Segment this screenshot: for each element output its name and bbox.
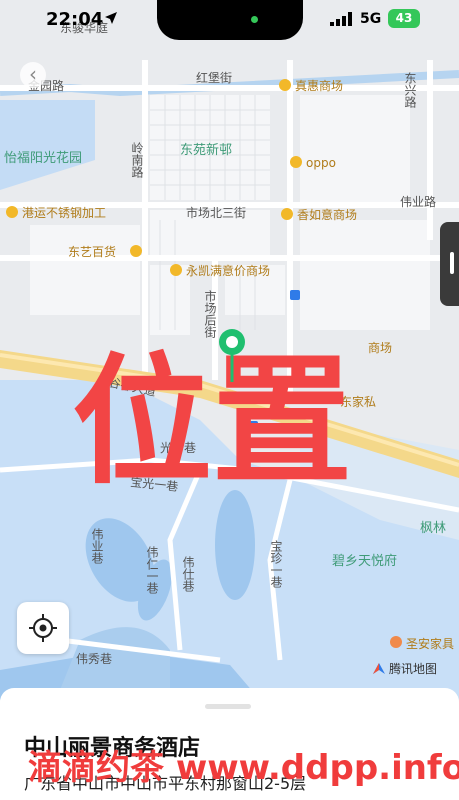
poi-yongkai[interactable]: 永凯满意价商场 <box>186 263 270 278</box>
status-bar: 22:04 5G 43 <box>0 0 459 40</box>
crosshair-icon <box>29 614 57 642</box>
locate-me-button[interactable] <box>17 602 69 654</box>
poi-gangyun[interactable]: 港运不锈钢加工 <box>22 206 106 220</box>
camera-indicator-icon <box>251 16 258 23</box>
map-label-weixiu: 伟秀巷 <box>76 652 112 666</box>
battery-indicator: 43 <box>388 9 420 28</box>
map-attribution: 腾讯地图 <box>372 660 437 677</box>
poi-shangchang[interactable]: 商场 <box>368 340 392 355</box>
status-time: 22:04 <box>46 9 104 30</box>
poi-dongyi[interactable]: 东艺百货 <box>68 244 116 259</box>
poi-zhenhui[interactable]: 真惠商场 <box>295 78 343 93</box>
map-label-weiren: 伟仁一巷 <box>145 546 159 594</box>
map-label-baozhen: 宝珍一巷 <box>269 540 283 588</box>
side-panel-handle[interactable] <box>440 222 459 306</box>
poi-bixiang[interactable]: 碧乡天悦府 <box>332 554 397 569</box>
poi-shengan[interactable]: 圣安家具 <box>406 636 454 651</box>
back-button[interactable]: ‹ <box>20 62 46 88</box>
map-label-lingnan: 岭南路 <box>130 142 144 179</box>
map-label-shichanghou: 市场后街 <box>203 289 217 338</box>
location-arrow-icon <box>105 12 117 24</box>
chevron-left-icon: ‹ <box>29 62 37 86</box>
poi-yifu[interactable]: 怡福阳光花园 <box>4 150 82 166</box>
poi-dongyuan[interactable]: 东苑新邨 <box>180 142 232 158</box>
map-label-honglu: 红堡街 <box>196 70 232 85</box>
location-stamp-text: 位置 <box>72 341 352 504</box>
map-label-weishi: 伟仕巷 <box>181 556 195 592</box>
tencent-map-logo-icon <box>373 662 385 674</box>
map-label-shichang3: 市场北三街 <box>186 205 246 220</box>
map-label-dongxing: 东兴路 <box>403 72 417 109</box>
network-type: 5G <box>360 11 382 27</box>
map-label-weiyexiang: 伟业巷 <box>90 528 104 564</box>
poi-fenglin[interactable]: 枫林 <box>420 521 446 536</box>
sheet-drag-handle[interactable] <box>205 704 251 709</box>
map-provider-label: 腾讯地图 <box>389 662 438 676</box>
poi-oppo[interactable]: oppo <box>306 156 336 170</box>
dynamic-island <box>157 0 303 40</box>
map-canvas[interactable]: 东骏华庭 金园路 红堡街 真惠商场 怡福阳光花园 东苑新邨 oppo 伟业路 港… <box>0 0 459 800</box>
poi-xiangru[interactable]: 香如意商场 <box>297 207 357 222</box>
signal-icon <box>330 12 352 26</box>
map-label-weiye: 伟业路 <box>400 194 436 209</box>
watermark-text: 滴滴约茶 www.ddpp.info <box>28 748 459 788</box>
